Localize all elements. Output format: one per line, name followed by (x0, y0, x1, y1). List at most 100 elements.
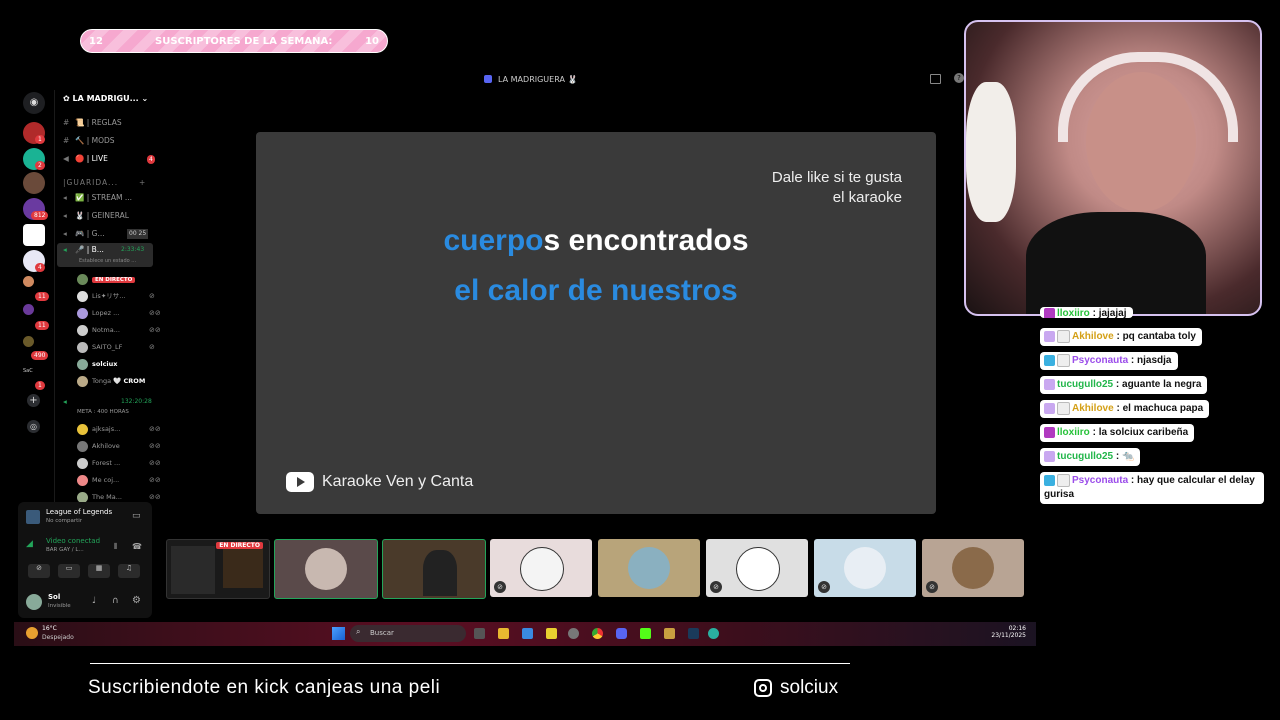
lyric-line-2: el calor de nuestros (454, 274, 738, 307)
server-badge: 2 (35, 161, 45, 170)
chat-username[interactable]: Akhilove (1072, 403, 1114, 414)
server-name[interactable]: ✿ LA MADRIGU... ⌄ (63, 94, 148, 103)
voice-timer: 2:33:43 (121, 246, 145, 253)
channel-g[interactable]: ◂ 🎮 | G... 00 25 (63, 227, 149, 241)
chat-message: Akhilove : pq cantaba toly (1040, 328, 1202, 347)
windows-start-icon[interactable] (332, 627, 345, 640)
participant-tile[interactable]: ⊘ (922, 539, 1024, 597)
chat-username[interactable]: lloxiiro (1057, 308, 1090, 318)
chat-username[interactable]: lloxiiro (1057, 427, 1090, 438)
voice-user-row[interactable]: Lopez ... ⊘⊘ (77, 306, 161, 320)
participant-tile[interactable]: ⊘ (706, 539, 808, 597)
taskbar-clock[interactable]: 02:16 23/11/2025 (991, 625, 1026, 639)
share-screen-icon[interactable]: ▭ (132, 511, 141, 521)
stream-player[interactable]: Dale like si te gusta el karaoke cuerpos… (256, 132, 936, 514)
like-line-2: el karaoke (832, 189, 902, 206)
waveform-icon[interactable]: ⦀ (114, 542, 118, 552)
chrome-icon[interactable] (592, 628, 603, 639)
notes-icon[interactable] (546, 628, 557, 639)
channel-live[interactable]: ◀ 🔴 | LIVE 4 (63, 152, 155, 166)
sub-goal-current: 12 (89, 36, 103, 47)
channel-reglas[interactable]: # 📜 | REGLAS (63, 116, 122, 130)
chat-username[interactable]: Psyconauta (1072, 475, 1128, 486)
disconnect-icon[interactable]: ☎ (132, 542, 142, 551)
weather-temp[interactable]: 16°C (42, 625, 57, 632)
voice-user-row[interactable]: Forest ... ⊘⊘ (77, 456, 161, 470)
voice-user-row[interactable]: Notma... ⊘⊘ (77, 323, 161, 337)
voice-user-row[interactable]: Tonga 🤍 CROM (77, 374, 145, 388)
add-server-icon[interactable]: + (27, 394, 40, 407)
window-titlebar: LA MADRIGUERA 🐰 ? (14, 70, 1036, 90)
stream-preview-tile[interactable]: EN DIRECTO (166, 539, 270, 599)
chat-text: la solciux caribeña (1098, 427, 1189, 438)
add-channel-icon[interactable]: + (139, 176, 146, 190)
category-guarida[interactable]: |GUARIDA... + (63, 176, 145, 190)
channel-stream[interactable]: ◂ ✅ | STREAM ... (63, 191, 132, 205)
microphone-icon[interactable]: ♩ (92, 596, 96, 606)
server-icon[interactable] (23, 304, 34, 315)
server-icon[interactable] (23, 224, 45, 246)
inbox-icon[interactable] (930, 74, 941, 84)
camera-toggle-button[interactable]: ⊘ (28, 564, 50, 578)
participant-tile[interactable]: ⊘ (490, 539, 592, 597)
category-label: |GUARIDA... (63, 178, 119, 187)
voice-user-row[interactable]: ajksajs... ⊘⊘ (77, 422, 161, 436)
footer-message: Suscribiendote en kick canjeas una peli (88, 677, 441, 698)
discord-icon[interactable] (616, 628, 627, 639)
channel-sidebar: ✿ LA MADRIGU... ⌄ # 📜 | REGLAS # 🔨 | MODS … (54, 90, 161, 510)
active-voice-channel[interactable]: ◂ 🎤 | B... 2:33:43 Establece un estado ... (57, 243, 153, 267)
participant-tile[interactable] (598, 539, 700, 597)
avatar[interactable] (26, 594, 42, 610)
server-name-text: LA MADRIGU... (72, 94, 139, 103)
voice-user-row[interactable]: EN DIRECTO (77, 272, 136, 286)
channel-b: ◂ 🎤 | B... 2:33:43 (63, 243, 144, 257)
chat-username[interactable]: tucugullo25 (1057, 379, 1113, 390)
discover-icon[interactable]: ◎ (27, 420, 40, 433)
channel-meta[interactable]: ◂ 132:20:28 (63, 395, 152, 409)
activities-button[interactable]: ▦ (88, 564, 110, 578)
file-explorer-icon[interactable] (498, 628, 509, 639)
edge-icon[interactable] (708, 628, 719, 639)
obs-icon[interactable] (568, 628, 579, 639)
voice-user-row[interactable]: solciux (77, 357, 117, 371)
chat-username[interactable]: Akhilove (1072, 331, 1114, 342)
sub-badge-icon (1044, 378, 1055, 390)
taskbar-search[interactable]: ⌕ Buscar (350, 625, 466, 642)
lyric-unsung: s encontrados (543, 224, 749, 257)
channel-mods[interactable]: # 🔨 | MODS (63, 134, 115, 148)
server-icon[interactable] (23, 276, 34, 287)
sub-goal-label: SUSCRIPTORES DE LA SEMANA: (155, 36, 333, 47)
speaker-icon: ◂ (63, 245, 67, 254)
avatar (77, 491, 88, 503)
league-icon[interactable] (664, 628, 675, 639)
server-icon[interactable] (23, 336, 34, 347)
voice-user-row[interactable]: Akhilove ⊘⊘ (77, 439, 161, 453)
gear-icon[interactable]: ⚙ (132, 595, 141, 606)
voice-user-row[interactable]: Lis✦リサ... ⊘ (77, 289, 155, 303)
help-icon[interactable]: ? (954, 73, 964, 83)
soundboard-button[interactable]: ♫ (118, 564, 140, 578)
screen-share-button[interactable]: ▭ (58, 564, 80, 578)
headphones-icon[interactable]: ∩ (112, 596, 119, 606)
voice-user-row[interactable]: Me coj... ⊘⊘ (77, 473, 161, 487)
avatar (736, 547, 780, 591)
server-folder-label[interactable]: SaC (23, 368, 33, 374)
server-icon[interactable] (23, 172, 45, 194)
participant-tile[interactable] (274, 539, 378, 599)
channel-general[interactable]: ◂ 🐰 | GEINERAL (63, 209, 129, 223)
participant-tile[interactable] (382, 539, 486, 599)
like-message: Dale like si te gusta el karaoke (682, 168, 902, 208)
discord-home-icon[interactable]: ◉ (23, 92, 45, 114)
avatar (77, 273, 88, 285)
voice-connection-title[interactable]: Video conectad (46, 537, 100, 545)
steam-icon[interactable] (688, 628, 699, 639)
photos-icon[interactable] (522, 628, 533, 639)
kick-icon[interactable] (640, 628, 651, 639)
chat-username[interactable]: tucugullo25 (1057, 451, 1113, 462)
voice-user-row[interactable]: SAITO_LF ⊘ (77, 340, 155, 354)
participant-tile[interactable]: ⊘ (814, 539, 916, 597)
task-view-icon[interactable] (474, 628, 485, 639)
live-badge: EN DIRECTO (92, 277, 136, 283)
megaphone-icon: ◀ (63, 154, 69, 163)
chat-username[interactable]: Psyconauta (1072, 355, 1128, 366)
